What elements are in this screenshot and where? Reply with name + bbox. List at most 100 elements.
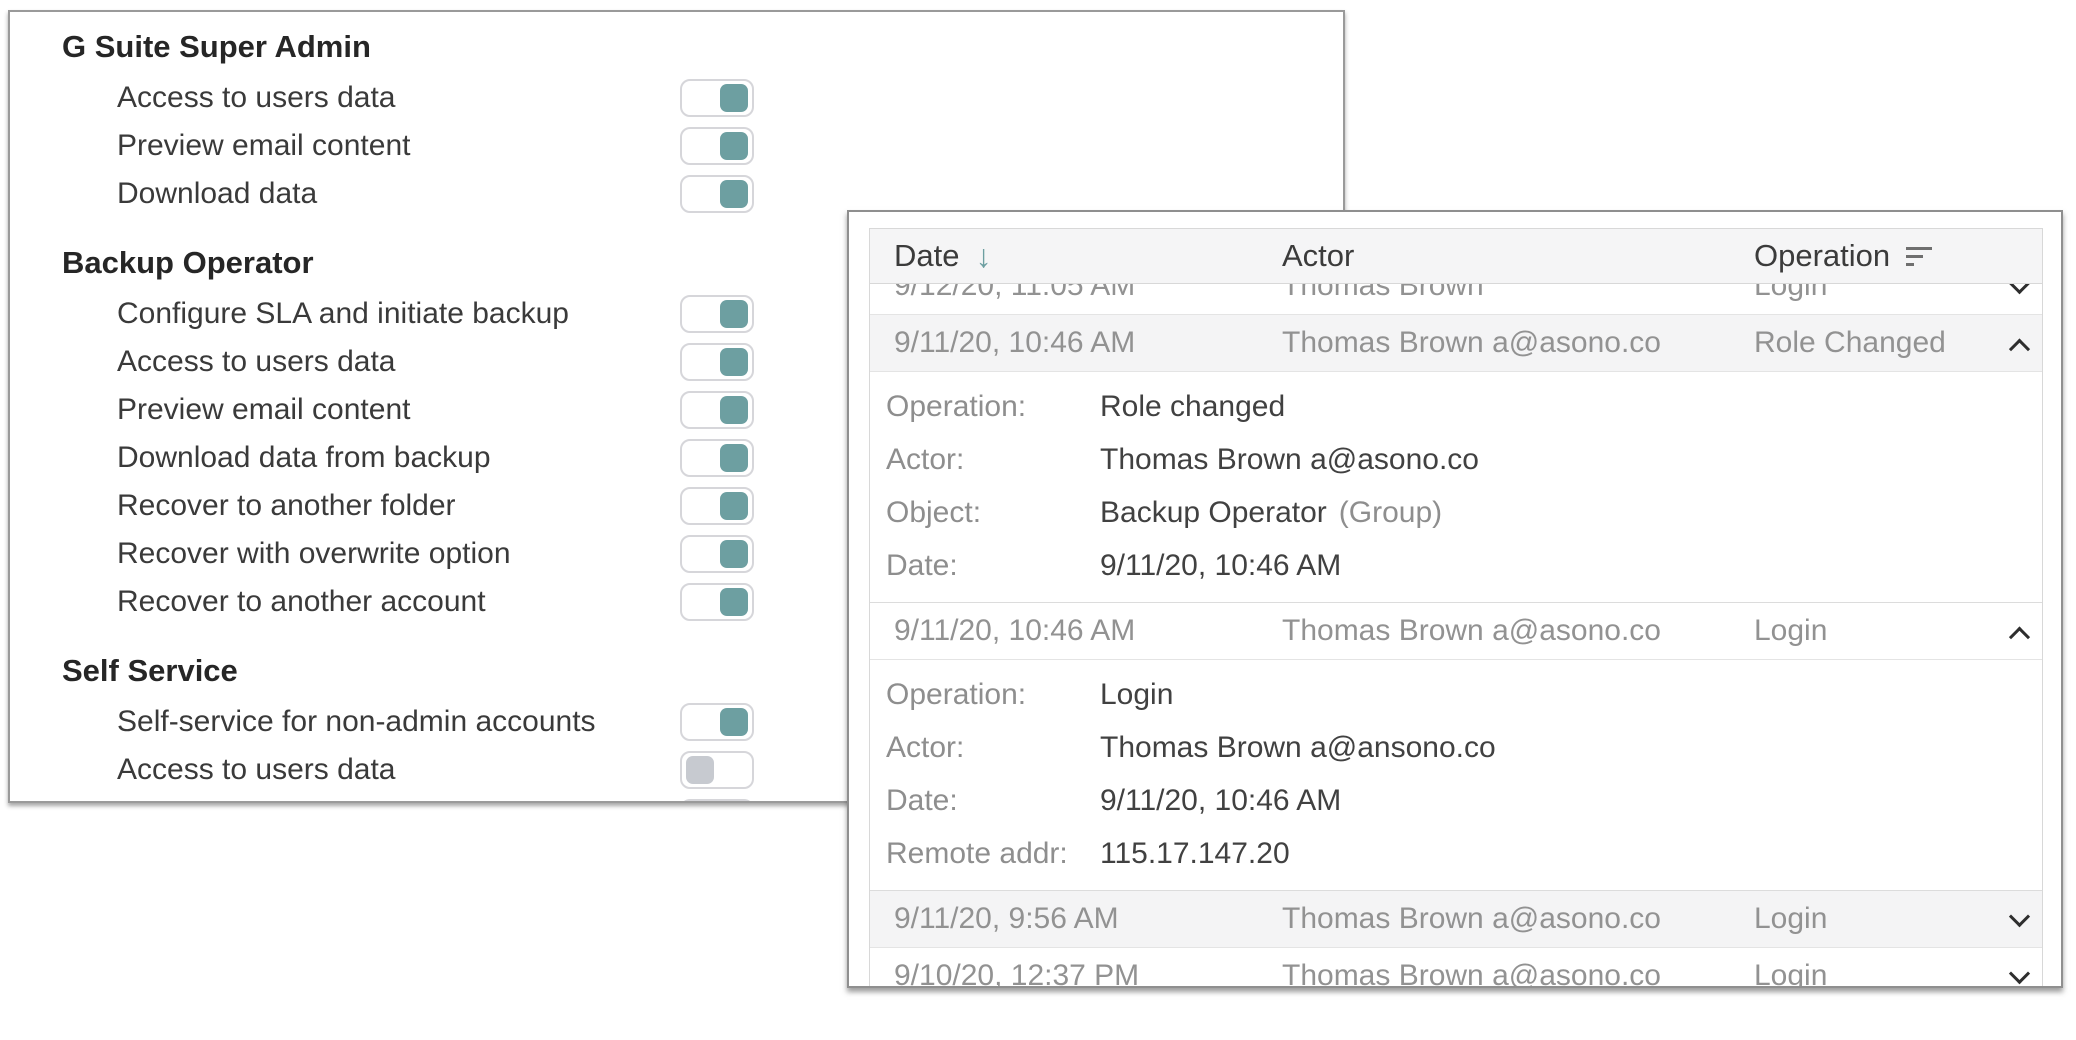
detail-value: Thomas Brown a@ansono.co [1100, 731, 1496, 765]
permission-label: Recover to another folder [117, 489, 456, 523]
cell-actor: Thomas Brown a@asono.co [1282, 902, 1754, 936]
detail-label: Operation: [886, 678, 1100, 712]
permission-row: Preview email content [62, 122, 754, 170]
toggle-knob [720, 588, 748, 616]
detail-value: Role changed [1100, 390, 1285, 424]
detail-label: Operation: [886, 390, 1100, 424]
row-details: Operation: Role changed Actor: Thomas Br… [870, 372, 2042, 603]
chevron-down-icon[interactable] [2008, 284, 2029, 294]
cell-actor: Thomas Brown a@asono.co [1282, 614, 1754, 648]
detail-label: Remote addr: [886, 837, 1100, 871]
chevron-down-icon[interactable] [2008, 906, 2029, 927]
detail-label: Actor: [886, 731, 1100, 765]
toggle-knob [720, 540, 748, 568]
table-body: 9/12/20, 11:05 AM Thomas Brown Login 9/1… [870, 284, 2042, 988]
toggle-switch[interactable] [680, 127, 754, 165]
toggle-knob [720, 492, 748, 520]
permission-label: Self-service for non-admin accounts [117, 705, 596, 739]
cell-date: 9/10/20, 12:37 PM [870, 959, 1282, 988]
toggle-switch[interactable] [680, 583, 754, 621]
permission-label: Access to users data [117, 81, 395, 115]
column-header-actor[interactable]: Actor [1282, 238, 1754, 274]
audit-log-table: Date ↓ Actor Operation 9/12/20, 11:05 AM… [869, 228, 2043, 988]
toggle-switch[interactable] [680, 391, 754, 429]
detail-value: 9/11/20, 10:46 AM [1100, 784, 1341, 818]
chevron-up-icon[interactable] [2008, 626, 2029, 647]
toggle-switch[interactable] [680, 487, 754, 525]
cell-operation: Login [1754, 284, 1994, 303]
table-row[interactable]: 9/11/20, 9:56 AM Thomas Brown a@asono.co… [870, 891, 2042, 948]
detail-label: Date: [886, 784, 1100, 818]
detail-line: Operation: Role changed [886, 380, 2042, 433]
table-row[interactable]: 9/12/20, 11:05 AM Thomas Brown Login [870, 284, 2042, 315]
column-header-date-label: Date [894, 238, 959, 274]
toggle-switch[interactable] [680, 799, 754, 803]
permission-row: Download data [62, 794, 754, 803]
detail-line: Date: 9/11/20, 10:46 AM [886, 539, 2042, 592]
permission-label: Preview email content [117, 129, 410, 163]
permission-label: Download data [117, 177, 317, 211]
column-header-actor-label: Actor [1282, 238, 1354, 274]
detail-label: Date: [886, 549, 1100, 583]
cell-date: 9/11/20, 10:46 AM [870, 326, 1282, 360]
cell-operation: Role Changed [1754, 326, 1994, 360]
detail-label: Object: [886, 496, 1100, 530]
detail-note: (Group) [1339, 496, 1442, 530]
permission-row: Download data [62, 170, 754, 218]
toggle-switch[interactable] [680, 175, 754, 213]
detail-value: Login [1100, 678, 1173, 712]
cell-operation: Login [1754, 614, 1994, 648]
permissions-list: G Suite Super Admin Access to users data… [10, 12, 754, 803]
permission-label: Recover with overwrite option [117, 537, 511, 571]
toggle-knob [686, 756, 714, 784]
toggle-knob [720, 132, 748, 160]
table-row[interactable]: 9/11/20, 10:46 AM Thomas Brown a@asono.c… [870, 315, 2042, 372]
permission-row: Download data from backup [62, 434, 754, 482]
cell-date: 9/11/20, 10:46 AM [870, 614, 1282, 648]
detail-line: Object: Backup Operator (Group) [886, 486, 2042, 539]
toggle-switch[interactable] [680, 295, 754, 333]
sort-desc-icon: ↓ [975, 238, 991, 275]
permission-row: Configure SLA and initiate backup [62, 290, 754, 338]
detail-label: Actor: [886, 443, 1100, 477]
toggle-switch[interactable] [680, 343, 754, 381]
permission-row: Recover to another account [62, 578, 754, 626]
table-header: Date ↓ Actor Operation [870, 229, 2042, 284]
permission-label: Configure SLA and initiate backup [117, 297, 569, 331]
toggle-knob [720, 444, 748, 472]
cell-actor: Thomas Brown [1282, 284, 1754, 303]
chevron-up-icon[interactable] [2008, 338, 2029, 359]
section-title-self-service: Self Service [62, 652, 754, 690]
detail-line: Remote addr: 115.17.147.20 [886, 827, 2042, 880]
cell-actor: Thomas Brown a@asono.co [1282, 959, 1754, 988]
column-header-operation-label: Operation [1754, 238, 1890, 274]
permission-row: Recover with overwrite option [62, 530, 754, 578]
permission-row: Access to users data [62, 746, 754, 794]
toggle-switch[interactable] [680, 79, 754, 117]
cell-operation: Login [1754, 959, 1994, 988]
toggle-knob [720, 180, 748, 208]
filter-icon[interactable] [1906, 247, 1932, 266]
permission-row: Self-service for non-admin accounts [62, 698, 754, 746]
detail-value: Thomas Brown a@asono.co [1100, 443, 1479, 477]
permission-row: Preview email content [62, 386, 754, 434]
detail-value: 9/11/20, 10:46 AM [1100, 549, 1341, 583]
chevron-down-icon[interactable] [2008, 963, 2029, 984]
section-title-backup-operator: Backup Operator [62, 244, 754, 282]
toggle-switch[interactable] [680, 535, 754, 573]
column-header-date[interactable]: Date ↓ [870, 238, 1282, 275]
table-row[interactable]: 9/11/20, 10:46 AM Thomas Brown a@asono.c… [870, 603, 2042, 660]
detail-line: Actor: Thomas Brown a@asono.co [886, 433, 2042, 486]
toggle-switch[interactable] [680, 703, 754, 741]
row-details: Operation: Login Actor: Thomas Brown a@a… [870, 660, 2042, 891]
toggle-switch[interactable] [680, 751, 754, 789]
cell-operation: Login [1754, 902, 1994, 936]
permission-row: Access to users data [62, 74, 754, 122]
column-header-operation[interactable]: Operation [1754, 238, 1994, 274]
permission-label: Download data from backup [117, 441, 491, 475]
detail-value: Backup Operator [1100, 496, 1327, 530]
table-row[interactable]: 9/10/20, 12:37 PM Thomas Brown a@asono.c… [870, 948, 2042, 988]
cell-date: 9/11/20, 9:56 AM [870, 902, 1282, 936]
permission-label: Download data [117, 801, 317, 803]
toggle-switch[interactable] [680, 439, 754, 477]
